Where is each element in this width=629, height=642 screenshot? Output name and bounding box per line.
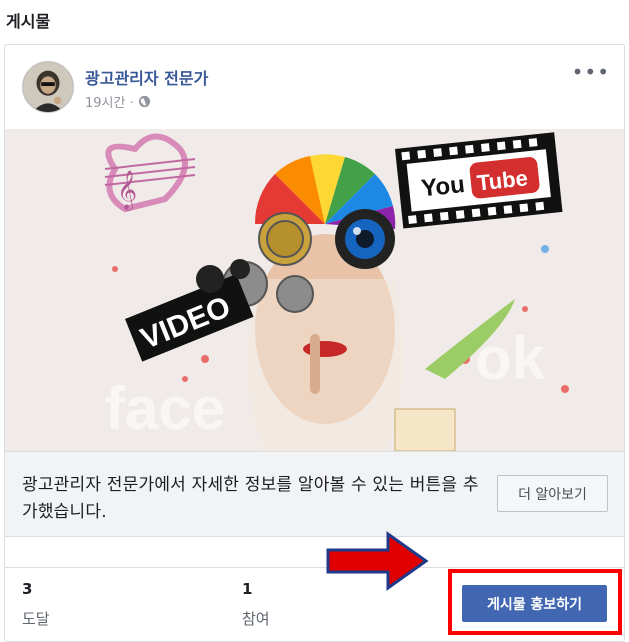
post-header: 광고관리자 전문가 19시간 · ••• xyxy=(5,45,624,129)
svg-text:You: You xyxy=(420,171,466,202)
post-time[interactable]: 19시간 · xyxy=(85,92,134,111)
engagement-value: 1 xyxy=(242,580,253,598)
post-card: 광고관리자 전문가 19시간 · ••• 𝄞 You Tube VIDEO fa… xyxy=(4,44,625,642)
reach-label: 도달 xyxy=(22,610,50,628)
globe-icon xyxy=(138,95,150,108)
post-meta: 19시간 · xyxy=(85,92,151,111)
svg-text:ok: ok xyxy=(475,325,546,392)
section-title: 게시물 xyxy=(6,12,51,31)
reach-stat: 3 도달 xyxy=(22,580,50,629)
learn-more-button[interactable]: 더 알아보기 xyxy=(497,475,608,512)
svg-text:face: face xyxy=(105,375,225,442)
post-image[interactable]: 𝄞 You Tube VIDEO face ok xyxy=(5,129,624,451)
cta-text: 광고관리자 전문가에서 자세한 정보를 알아볼 수 있는 버튼을 추가했습니다. xyxy=(22,475,479,522)
more-options-icon[interactable]: ••• xyxy=(572,62,610,82)
engagement-label: 참여 xyxy=(242,610,270,628)
svg-text:Tube: Tube xyxy=(476,165,529,195)
reach-value: 3 xyxy=(22,580,33,598)
engagement-stat: 1 참여 xyxy=(242,580,270,629)
red-arrow-icon xyxy=(326,531,429,591)
svg-text:𝄞: 𝄞 xyxy=(117,170,137,211)
avatar[interactable] xyxy=(22,61,74,113)
cta-strip: 광고관리자 전문가에서 자세한 정보를 알아볼 수 있는 버튼을 추가했습니다.… xyxy=(5,451,624,537)
author-name[interactable]: 광고관리자 전문가 xyxy=(85,65,208,89)
spacer xyxy=(5,537,624,567)
promote-post-button[interactable]: 게시물 홍보하기 xyxy=(462,585,607,622)
